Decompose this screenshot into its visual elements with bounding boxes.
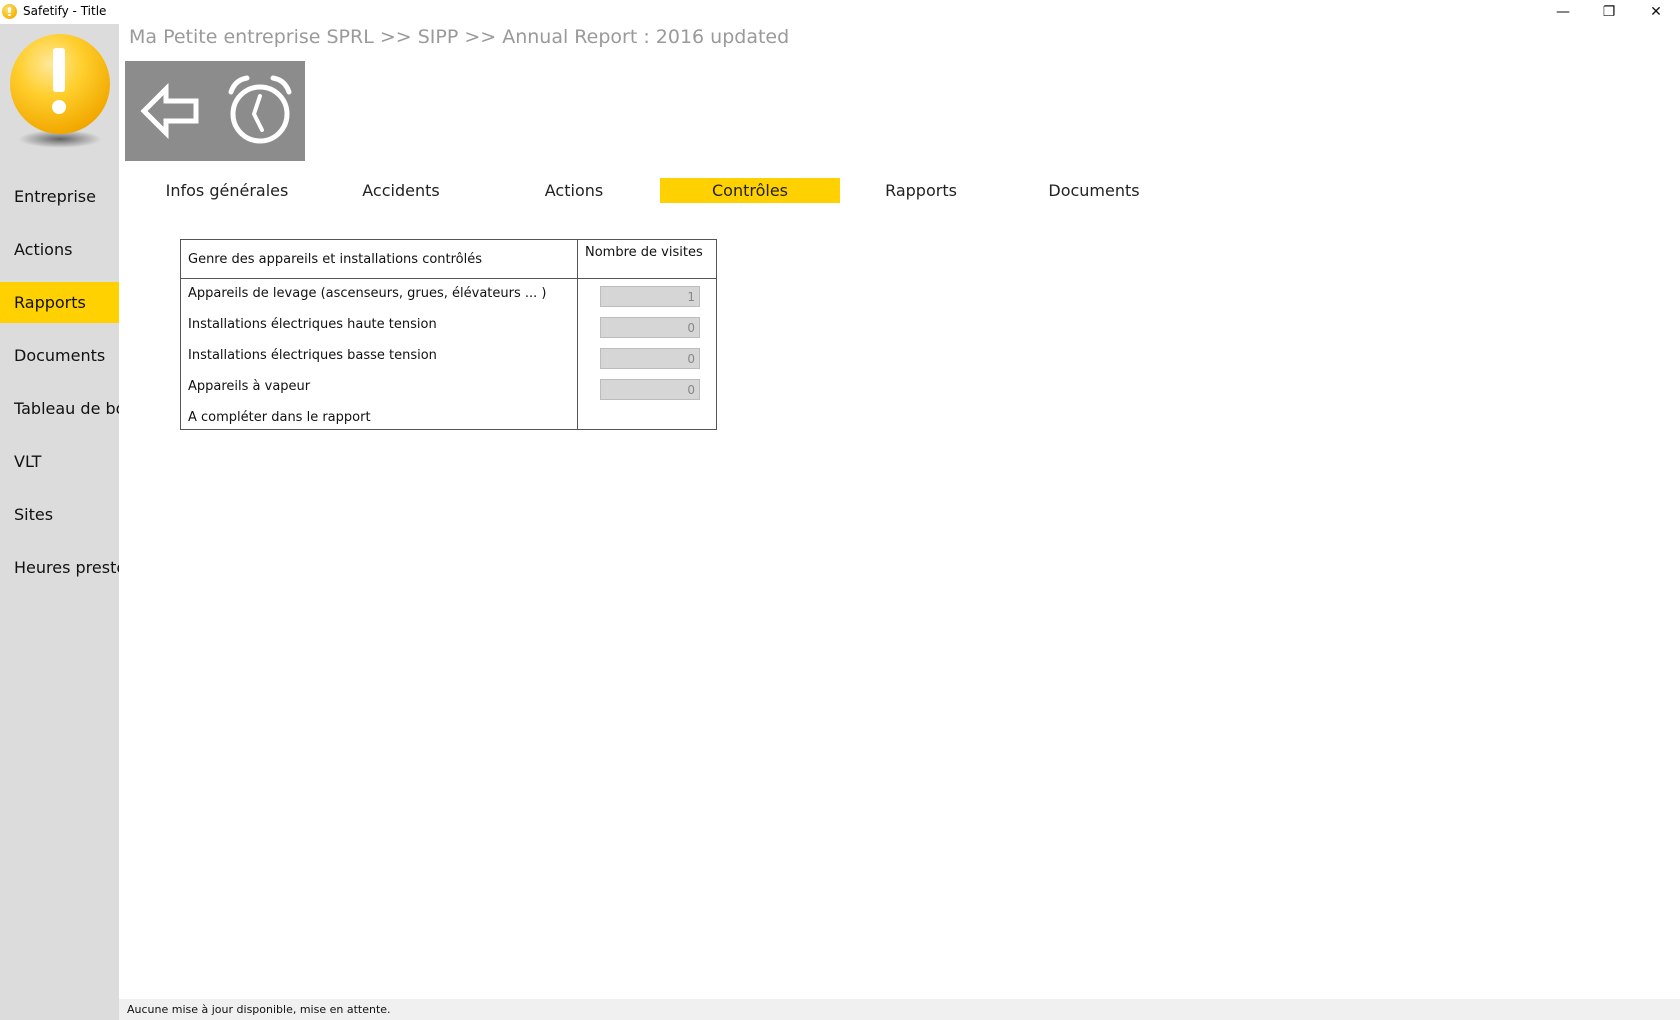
visits-input-levage[interactable] [600, 286, 700, 307]
visits-input-basse-tension[interactable] [600, 348, 700, 369]
stopwatch-icon [228, 75, 292, 144]
breadcrumb: Ma Petite entreprise SPRL >> SIPP >> Ann… [129, 26, 790, 48]
status-bar: Aucune mise à jour disponible, mise en a… [119, 999, 1680, 1020]
row-label-levage: Appareils de levage (ascenseurs, grues, … [188, 286, 547, 301]
status-text: Aucune mise à jour disponible, mise en a… [127, 1003, 391, 1016]
sidebar-item-heures-prestees[interactable]: Heures prestées [0, 547, 119, 588]
close-button[interactable]: ✕ [1633, 0, 1679, 24]
header-divider [181, 278, 716, 279]
sidebar-item-entreprise[interactable]: Entreprise [0, 176, 119, 217]
window-title: Safetify - Title [23, 4, 107, 18]
sidebar-item-tableau-de-bord[interactable]: Tableau de bord [0, 388, 119, 429]
row-label-haute-tension: Installations électriques haute tension [188, 317, 437, 332]
tab-rapports[interactable]: Rapports [831, 178, 1011, 203]
maximize-button[interactable]: ❐ [1586, 0, 1632, 24]
app-logo-icon [2, 4, 17, 19]
table-header-genre: Genre des appareils et installations con… [188, 252, 483, 267]
row-label-vapeur: Appareils à vapeur [188, 379, 311, 394]
title-bar: Safetify - Title — ❐ ✕ [0, 0, 1680, 24]
minimize-button[interactable]: — [1540, 0, 1586, 24]
tab-actions[interactable]: Actions [484, 178, 664, 203]
timer-button[interactable] [215, 61, 305, 161]
warning-logo-icon [8, 34, 112, 154]
toolbar [125, 61, 305, 161]
row-label-a-completer: A compléter dans le rapport [188, 410, 371, 425]
sidebar-item-actions[interactable]: Actions [0, 229, 119, 270]
sidebar-item-sites[interactable]: Sites [0, 494, 119, 535]
visits-input-vapeur[interactable] [600, 379, 700, 400]
visits-input-haute-tension[interactable] [600, 317, 700, 338]
back-button[interactable] [125, 61, 215, 161]
row-label-basse-tension: Installations électriques basse tension [188, 348, 437, 363]
tab-documents[interactable]: Documents [1004, 178, 1184, 203]
sidebar-item-documents[interactable]: Documents [0, 335, 119, 376]
sidebar-item-vlt[interactable]: VLT [0, 441, 119, 482]
table-header-nombre-visites: Nombre de visites [585, 245, 703, 260]
controls-table: Genre des appareils et installations con… [180, 239, 717, 430]
sidebar-item-rapports[interactable]: Rapports [0, 282, 119, 323]
tab-infos-generales[interactable]: Infos générales [137, 178, 317, 203]
tab-controles[interactable]: Contrôles [660, 178, 840, 203]
sidebar: Entreprise Actions Rapports Documents Ta… [0, 24, 119, 1020]
column-divider [577, 240, 578, 429]
back-arrow-icon [140, 83, 199, 139]
tab-accidents[interactable]: Accidents [311, 178, 491, 203]
